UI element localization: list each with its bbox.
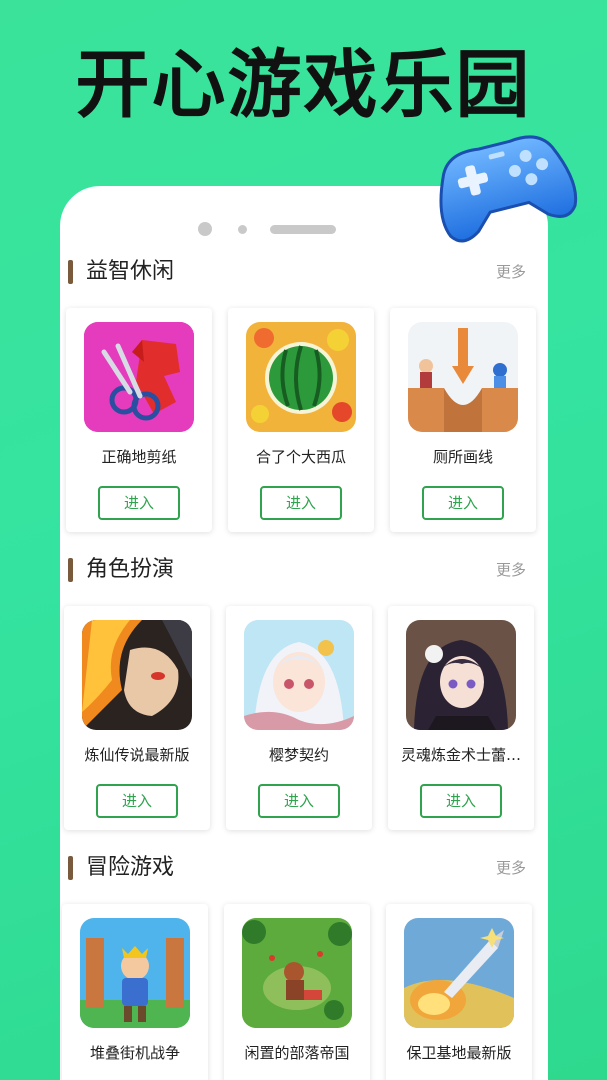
game-name: 堆叠街机战争	[89, 1044, 180, 1062]
game-name: 保卫基地最新版	[406, 1044, 512, 1062]
banner-title: 开心游戏乐园	[75, 42, 532, 128]
anime-girl-icon[interactable]	[244, 620, 354, 730]
game-card[interactable]: 合了个大西瓜 进入	[228, 308, 374, 532]
game-name: 灵魂炼金术士蕾…	[400, 746, 521, 764]
sensor-dot	[238, 225, 247, 234]
game-card[interactable]: 樱梦契约 进入	[226, 606, 372, 830]
watermelon-icon[interactable]	[246, 322, 356, 432]
scissors-paper-icon[interactable]	[84, 322, 194, 432]
game-card[interactable]: 闲置的部落帝国 进入	[224, 904, 370, 1080]
enter-button[interactable]: 进入	[420, 784, 502, 818]
missile-icon[interactable]	[404, 918, 514, 1028]
more-link[interactable]: 更多	[496, 260, 526, 284]
game-card[interactable]: 灵魂炼金术士蕾… 进入	[388, 606, 534, 830]
toilet-draw-icon[interactable]	[408, 322, 518, 432]
more-link[interactable]: 更多	[496, 856, 526, 880]
fire-warrior-icon[interactable]	[82, 620, 192, 730]
section-header: 角色扮演 更多	[60, 550, 548, 590]
enter-button[interactable]: 进入	[96, 784, 178, 818]
more-link[interactable]: 更多	[496, 558, 526, 582]
game-card[interactable]: 保卫基地最新版 进入	[386, 904, 532, 1080]
camera-dot	[198, 222, 212, 236]
section-title: 冒险游戏	[86, 855, 175, 880]
game-name: 闲置的部落帝国	[244, 1044, 350, 1062]
section-adventure: 冒险游戏 更多 堆叠街机战争 进入	[60, 848, 548, 1080]
game-name: 厕所画线	[432, 448, 493, 466]
game-name: 合了个大西瓜	[255, 448, 346, 466]
section-puzzle: 益智休闲 更多 正确地剪纸 进入 合了个大西瓜 进入 厕所画线 进入	[60, 252, 548, 532]
game-card[interactable]: 正确地剪纸 进入	[66, 308, 212, 532]
section-title: 益智休闲	[86, 259, 175, 284]
enter-button[interactable]: 进入	[260, 486, 342, 520]
game-card[interactable]: 堆叠街机战争 进入	[62, 904, 208, 1080]
section-header: 益智休闲 更多	[60, 252, 548, 292]
enter-button[interactable]: 进入	[98, 486, 180, 520]
section-marker	[68, 558, 73, 582]
section-title: 角色扮演	[86, 557, 175, 582]
section-roleplay: 角色扮演 更多 炼仙传说最新版 进入 樱梦契约 进入 灵魂炼金术士蕾… 进入	[60, 550, 548, 830]
section-header: 冒险游戏 更多	[60, 848, 548, 888]
speaker-bar	[270, 225, 336, 234]
game-card[interactable]: 炼仙传说最新版 进入	[64, 606, 210, 830]
alchemist-girl-icon[interactable]	[406, 620, 516, 730]
enter-button[interactable]: 进入	[422, 486, 504, 520]
section-marker	[68, 260, 73, 284]
enter-button[interactable]: 进入	[258, 784, 340, 818]
section-marker	[68, 856, 73, 880]
castle-king-icon[interactable]	[80, 918, 190, 1028]
game-name: 炼仙传说最新版	[84, 746, 190, 764]
phone-frame: 益智休闲 更多 正确地剪纸 进入 合了个大西瓜 进入 厕所画线 进入 角色扮演 …	[60, 186, 548, 1080]
tribe-warrior-icon[interactable]	[242, 918, 352, 1028]
game-name: 樱梦契约	[268, 746, 329, 764]
game-name: 正确地剪纸	[101, 448, 177, 466]
game-card[interactable]: 厕所画线 进入	[390, 308, 536, 532]
